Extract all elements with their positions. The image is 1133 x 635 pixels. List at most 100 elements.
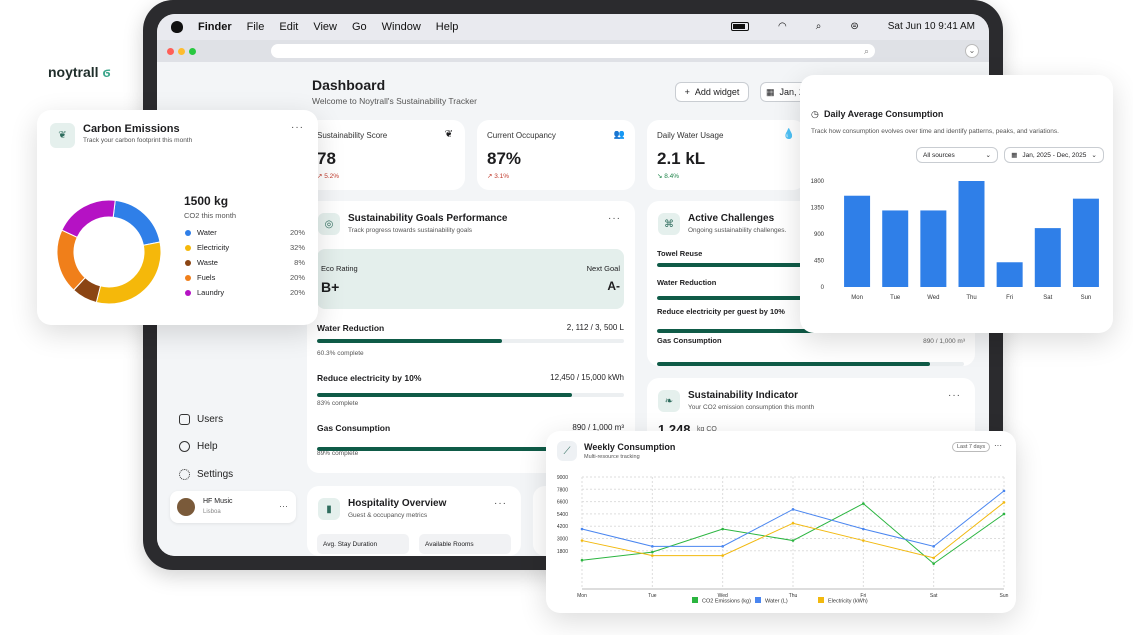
chevron-down-icon[interactable]: ⌄ — [965, 44, 979, 58]
x-tick-label: Tue — [648, 593, 657, 599]
legend-swatch — [185, 289, 191, 296]
address-bar[interactable]: ⌕ — [271, 44, 875, 58]
stat-card-occupancy[interactable]: Current Occupancy 👥 87% ↗ 3.1% — [477, 120, 635, 190]
zoom-window-button[interactable] — [189, 47, 196, 55]
avatar — [177, 498, 195, 516]
series-point[interactable] — [932, 562, 935, 565]
series-point[interactable] — [862, 502, 865, 505]
more-icon[interactable]: ··· — [948, 390, 961, 401]
series-point[interactable] — [932, 545, 935, 548]
series-point[interactable] — [791, 539, 795, 542]
legend-label: Laundry — [197, 288, 225, 297]
legend-swatch — [185, 229, 191, 236]
x-tick-label: Tue — [890, 295, 901, 301]
menu-clock[interactable]: Sat Jun 10 9:41 AM — [888, 21, 975, 32]
y-tick-label: 900 — [814, 232, 825, 238]
stat-card-water[interactable]: Daily Water Usage 💧 2.1 kL ↘ 8.4% — [647, 120, 805, 190]
card-subtitle: Track your carbon footprint this month — [83, 137, 193, 144]
bar-tue[interactable] — [882, 210, 909, 287]
sidebar-item-users[interactable]: Users — [179, 414, 223, 425]
bar-chart-icon: ▮ — [318, 498, 340, 520]
series-point[interactable] — [580, 527, 584, 531]
more-icon[interactable]: ··· — [291, 122, 304, 133]
menu-edit[interactable]: Edit — [279, 21, 298, 33]
bar-wed[interactable] — [920, 210, 947, 287]
battery-icon[interactable] — [730, 22, 749, 31]
series-point[interactable] — [651, 545, 654, 548]
y-tick-label: 4200 — [557, 524, 568, 530]
weekly-consumption-card: ⟋ Weekly Consumption Multi-resource trac… — [546, 431, 1016, 613]
legend-swatch — [818, 597, 824, 603]
series-point[interactable] — [651, 554, 654, 557]
menu-go[interactable]: Go — [352, 21, 367, 33]
stat-card-score[interactable]: Sustainability Score ❦ 78 ↗ 5.2% — [307, 120, 465, 190]
series-point[interactable] — [862, 539, 865, 542]
series-point[interactable] — [862, 527, 865, 531]
menu-window[interactable]: Window — [382, 21, 421, 33]
sidebar-item-label: Help — [197, 441, 218, 452]
more-icon[interactable]: ··· — [608, 213, 621, 224]
legend-value: 8% — [294, 258, 305, 267]
legend-label: Fuels — [197, 273, 216, 282]
bar-fri[interactable] — [996, 262, 1023, 287]
stat-value: 2.1 kL — [657, 149, 706, 168]
wifi-icon[interactable]: ◠ — [778, 21, 787, 32]
search-icon: ⌕ — [863, 46, 869, 56]
add-widget-button[interactable]: + Add widget — [675, 82, 749, 102]
legend-label: CO2 Emissions (kg) — [702, 599, 751, 605]
sidebar-item-settings[interactable]: Settings — [179, 469, 233, 480]
logo-mark-icon: ϭ — [102, 64, 111, 80]
legend-item: Waste 8% — [185, 258, 305, 267]
water-drop-icon: 💧 — [782, 129, 795, 140]
series-point[interactable] — [932, 556, 935, 560]
card-title: Active Challenges — [688, 213, 775, 224]
card-subtitle: Track how consumption evolves over time … — [811, 128, 1059, 135]
series-point[interactable] — [651, 550, 654, 554]
legend-label: Electricity — [197, 243, 230, 252]
line-chart-icon: ⟋ — [557, 441, 577, 461]
series-point[interactable] — [721, 545, 724, 548]
more-icon[interactable]: ··· — [994, 441, 1002, 450]
more-icon[interactable]: ··· — [494, 498, 507, 509]
add-widget-label: Add widget — [694, 87, 740, 97]
card-subtitle: Your CO2 emission consumption this month — [688, 404, 815, 411]
menu-help[interactable]: Help — [436, 21, 459, 33]
source-filter-select[interactable]: All sources ⌄ — [916, 147, 998, 163]
menu-file[interactable]: File — [247, 21, 265, 33]
profile-card[interactable]: HF Music Lisboa ··· — [170, 491, 296, 523]
series-point[interactable] — [1002, 489, 1006, 493]
range-badge[interactable]: Last 7 days — [952, 442, 991, 452]
bar-mon[interactable] — [844, 195, 871, 287]
sidebar-item-help[interactable]: Help — [179, 441, 218, 452]
legend-item: Laundry 20% — [185, 288, 305, 297]
series-point[interactable] — [1002, 501, 1006, 504]
search-icon[interactable]: ⌕ — [816, 21, 822, 32]
minimize-window-button[interactable] — [178, 47, 185, 55]
plus-icon: + — [684, 87, 690, 97]
y-tick-label: 7800 — [557, 487, 568, 493]
series-point[interactable] — [580, 558, 584, 562]
more-icon[interactable]: ··· — [279, 501, 288, 511]
series-point[interactable] — [1002, 512, 1006, 516]
legend-item: Electricity 32% — [185, 243, 305, 252]
series-point[interactable] — [721, 554, 724, 557]
apple-icon[interactable] — [171, 21, 183, 33]
bar-sun[interactable] — [1072, 198, 1099, 287]
legend-label: Water (L) — [765, 599, 788, 605]
menu-view[interactable]: View — [313, 21, 337, 33]
carbon-total: 1500 kg — [184, 194, 229, 208]
series-point[interactable] — [580, 539, 584, 542]
bar-thu[interactable] — [958, 181, 985, 287]
bar-sat[interactable] — [1034, 228, 1061, 287]
series-point[interactable] — [791, 521, 795, 525]
menu-app-name[interactable]: Finder — [198, 21, 232, 33]
close-window-button[interactable] — [167, 47, 174, 55]
users-icon — [179, 414, 190, 425]
range-select[interactable]: ▦ Jan, 2025 - Dec, 2025 ⌄ — [1004, 147, 1104, 163]
series-point[interactable] — [721, 527, 724, 531]
menu-bar: Finder File Edit View Go Window Help ◠ ⌕… — [157, 14, 989, 40]
x-tick-label: Sat — [930, 593, 938, 599]
next-goal-label: Next Goal — [586, 264, 620, 273]
control-center-icon[interactable]: ⊜ — [850, 21, 858, 32]
series-point[interactable] — [791, 508, 795, 511]
